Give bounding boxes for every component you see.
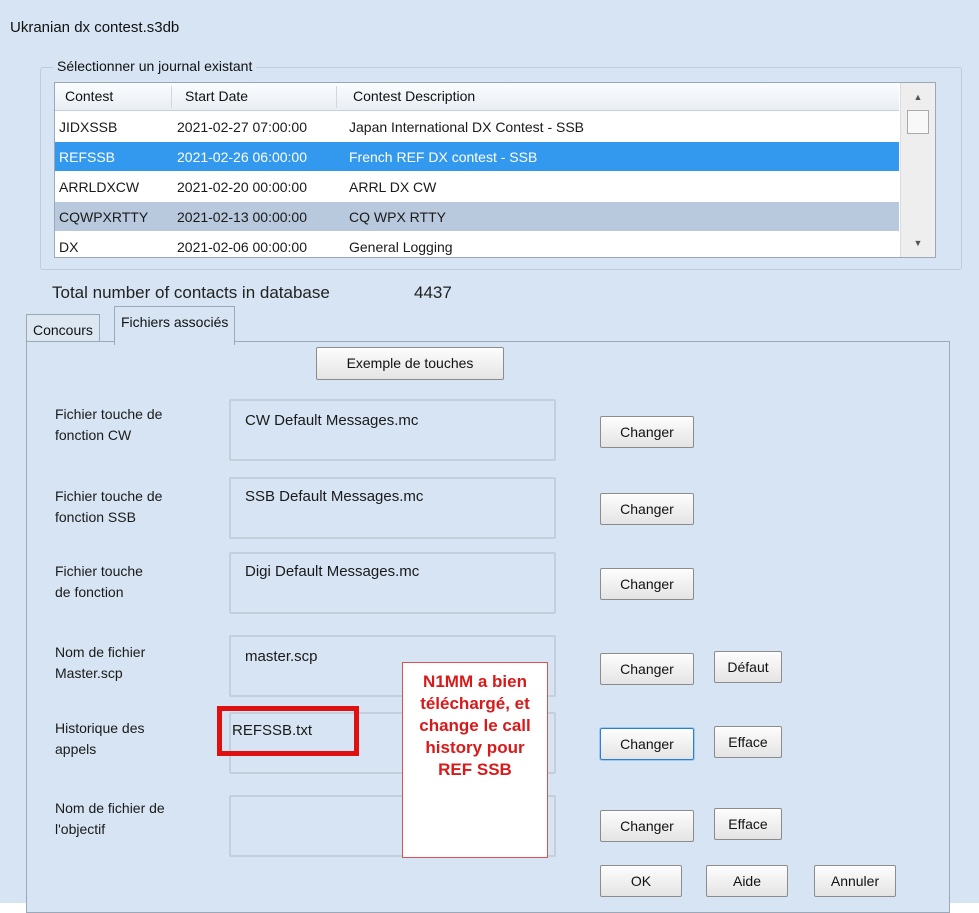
contest-log-table[interactable]: Contest Start Date Contest Description J… <box>54 82 936 258</box>
annotation-line: REF SSB <box>438 760 512 779</box>
column-header-contest[interactable]: Contest <box>65 88 113 104</box>
dialog-window: Ukranian dx contest.s3db Sélectionner un… <box>0 0 979 913</box>
cell-description: General Logging <box>349 239 453 255</box>
cell-contest: CQWPXRTTY <box>59 209 149 225</box>
column-header-description[interactable]: Contest Description <box>353 88 475 104</box>
change-objective-button[interactable]: Changer <box>600 810 694 842</box>
change-cw-button[interactable]: Changer <box>600 416 694 448</box>
clear-objective-button[interactable]: Efface <box>714 808 782 840</box>
table-row[interactable]: CQWPXRTTY 2021-02-13 00:00:00 CQ WPX RTT… <box>55 202 899 231</box>
cell-start-date: 2021-02-06 00:00:00 <box>177 239 307 255</box>
change-call-history-button[interactable]: Changer <box>600 728 694 760</box>
digi-function-key-file-box[interactable] <box>229 552 556 614</box>
annotation-line: N1MM a bien <box>423 672 527 691</box>
scroll-up-icon[interactable]: ▲ <box>909 89 927 105</box>
digi-function-key-file: Digi Default Messages.mc <box>245 563 420 580</box>
table-header: Contest Start Date Contest Description <box>55 83 899 111</box>
default-master-button[interactable]: Défaut <box>714 651 782 683</box>
cell-description: CQ WPX RTTY <box>349 209 446 225</box>
highlight-box <box>217 706 359 756</box>
annotation-line: change le call <box>419 716 531 735</box>
cell-start-date: 2021-02-27 07:00:00 <box>177 119 307 135</box>
cell-contest: DX <box>59 239 79 255</box>
table-row[interactable]: ARRLDXCW 2021-02-20 00:00:00 ARRL DX CW <box>55 172 899 201</box>
cell-description: French REF DX contest - SSB <box>349 149 538 165</box>
cw-function-key-file-box[interactable] <box>229 399 556 461</box>
ssb-function-key-file: SSB Default Messages.mc <box>245 488 424 505</box>
total-contacts-value: 4437 <box>414 283 452 302</box>
cw-function-key-file: CW Default Messages.mc <box>245 412 419 429</box>
window-title: Ukranian dx contest.s3db <box>10 19 180 36</box>
master-scp-label: Nom de fichier Master.scp <box>55 644 146 681</box>
cell-contest: REFSSB <box>59 149 116 165</box>
ssb-function-key-label: Fichier touche de fonction SSB <box>55 488 163 525</box>
scroll-thumb[interactable] <box>907 110 929 134</box>
ok-button[interactable]: OK <box>600 865 682 897</box>
annotation-callout: N1MM a bien téléchargé, et change le cal… <box>402 662 548 858</box>
table-scrollbar[interactable]: ▲ ▼ <box>900 83 935 257</box>
total-contacts-label: Total number of contacts in database <box>52 283 330 302</box>
cell-contest: JIDXSSB <box>59 119 118 135</box>
annotation-line: téléchargé, et <box>420 694 530 713</box>
cancel-button[interactable]: Annuler <box>814 865 896 897</box>
change-digi-button[interactable]: Changer <box>600 568 694 600</box>
column-header-start-date[interactable]: Start Date <box>185 88 248 104</box>
key-example-button[interactable]: Exemple de touches <box>316 347 504 380</box>
scroll-down-icon[interactable]: ▼ <box>909 235 927 251</box>
master-scp-file: master.scp <box>245 648 318 665</box>
table-row[interactable]: JIDXSSB 2021-02-27 07:00:00 Japan Intern… <box>55 112 899 141</box>
digi-function-key-label: Fichier touche de fonction <box>55 563 143 600</box>
annotation-line: history pour <box>425 738 525 757</box>
table-row[interactable]: DX 2021-02-06 00:00:00 General Logging <box>55 232 899 257</box>
tab-fichiers-associes[interactable]: Fichiers associés <box>114 306 236 345</box>
cell-start-date: 2021-02-26 06:00:00 <box>177 149 307 165</box>
call-history-label: Historique des appels <box>55 720 145 757</box>
help-button[interactable]: Aide <box>706 865 788 897</box>
column-divider[interactable] <box>171 86 172 108</box>
log-select-legend: Sélectionner un journal existant <box>53 58 257 74</box>
cell-start-date: 2021-02-20 00:00:00 <box>177 179 307 195</box>
table-row-selected[interactable]: REFSSB 2021-02-26 06:00:00 French REF DX… <box>55 142 899 171</box>
ssb-function-key-file-box[interactable] <box>229 477 556 539</box>
cell-start-date: 2021-02-13 00:00:00 <box>177 209 307 225</box>
cell-description: Japan International DX Contest - SSB <box>349 119 585 135</box>
cell-description: ARRL DX CW <box>349 179 437 195</box>
cw-function-key-label: Fichier touche de fonction CW <box>55 406 163 443</box>
cell-contest: ARRLDXCW <box>59 179 140 195</box>
column-divider[interactable] <box>336 86 337 108</box>
change-master-button[interactable]: Changer <box>600 653 694 685</box>
change-ssb-button[interactable]: Changer <box>600 493 694 525</box>
clear-call-history-button[interactable]: Efface <box>714 726 782 758</box>
objective-file-label: Nom de fichier de l'objectif <box>55 800 165 837</box>
